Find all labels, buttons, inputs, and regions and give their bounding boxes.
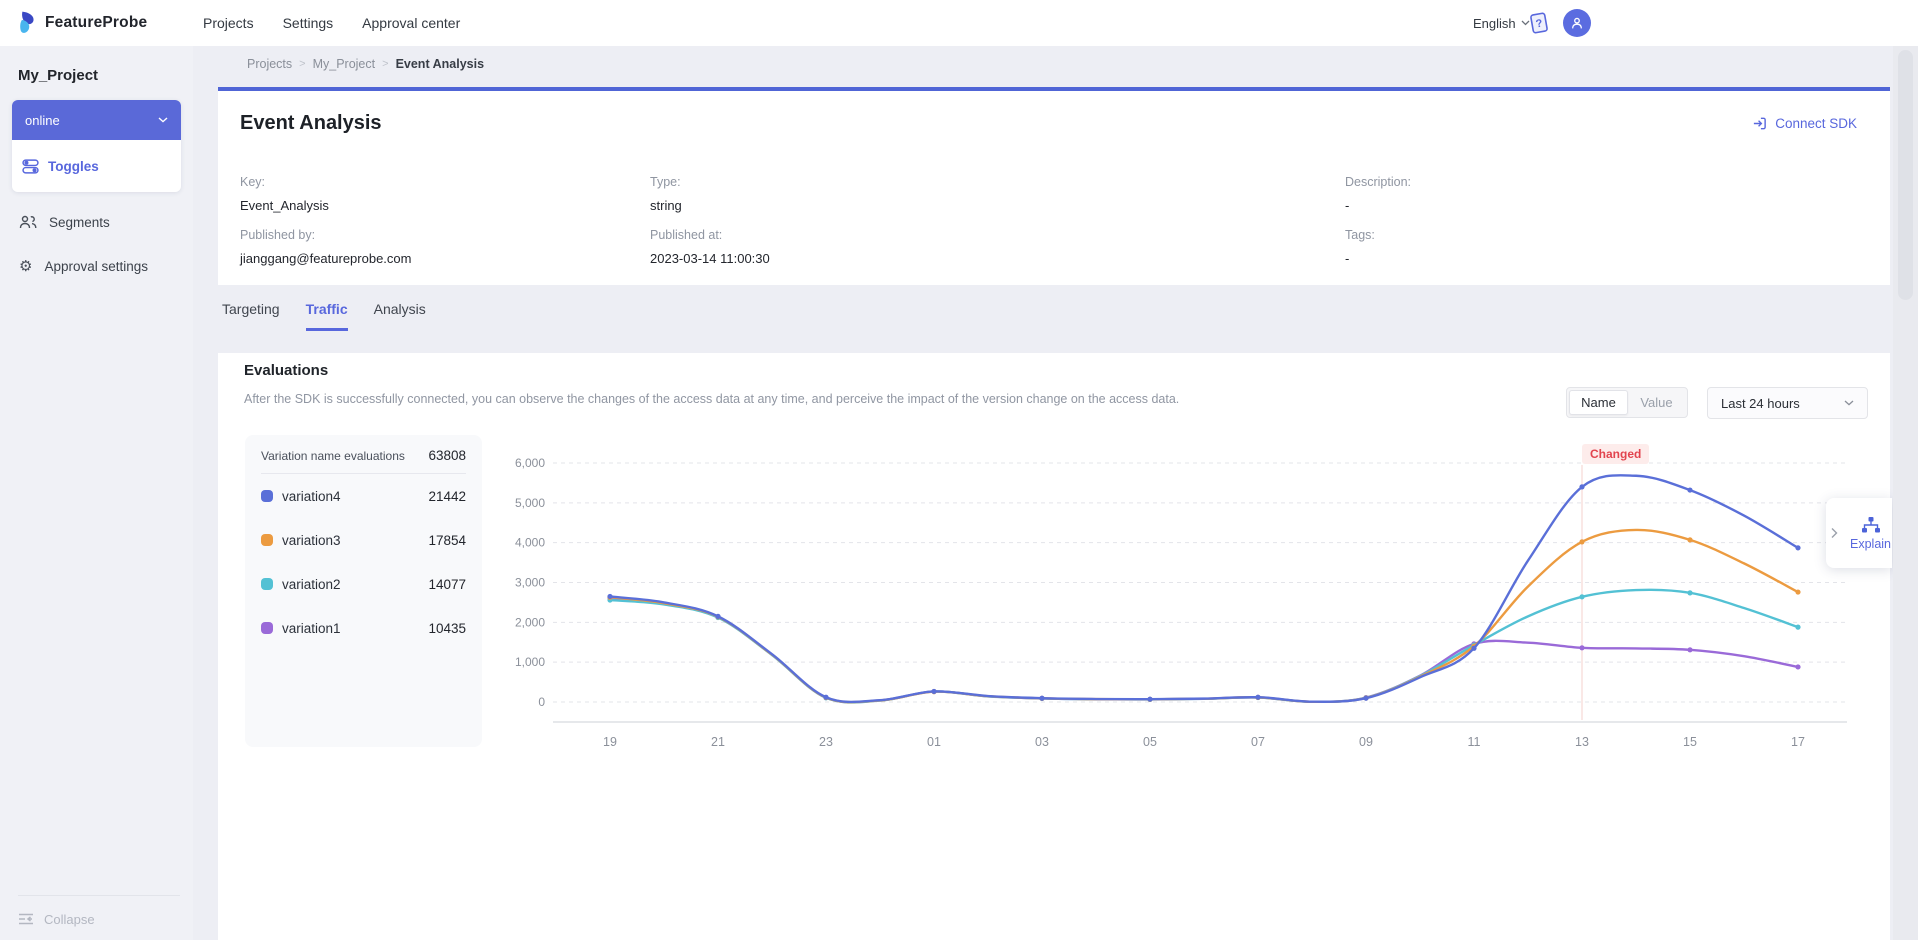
evaluations-card: Evaluations After the SDK is successfull…	[218, 353, 1890, 940]
legend-header: Variation name evaluations 63808	[245, 435, 482, 463]
evaluations-description: After the SDK is successfully connected,…	[244, 392, 1179, 406]
brand[interactable]: FeatureProbe	[16, 0, 147, 46]
svg-text:05: 05	[1143, 735, 1157, 749]
breadcrumb-current: Event Analysis	[396, 57, 484, 71]
nav-item-settings[interactable]: Settings	[283, 15, 334, 31]
brand-label: FeatureProbe	[45, 14, 147, 32]
scrollbar-track[interactable]	[1893, 46, 1918, 940]
connect-sdk-label: Connect SDK	[1775, 116, 1857, 131]
svg-text:09: 09	[1359, 735, 1373, 749]
chevron-down-icon	[1844, 400, 1854, 406]
tab-bar: Targeting Traffic Analysis	[222, 301, 426, 331]
field-key: Key: Event_Analysis	[240, 175, 329, 213]
language-label: English	[1473, 16, 1516, 31]
breadcrumb-projects[interactable]: Projects	[247, 57, 292, 71]
legend-row: variation4 21442	[245, 474, 482, 518]
environment-selector[interactable]: online	[12, 100, 181, 140]
chevron-right-icon: >	[299, 58, 305, 70]
tab-traffic[interactable]: Traffic	[306, 301, 348, 331]
featureprobe-logo-icon	[16, 10, 38, 37]
connect-sdk-link[interactable]: Connect SDK	[1752, 116, 1857, 131]
sidebar-item-segments[interactable]: Segments	[0, 200, 193, 244]
svg-text:17: 17	[1791, 735, 1805, 749]
sitemap-icon	[1861, 516, 1881, 534]
series-color-dot	[261, 622, 273, 634]
name-value-toggle: Name Value	[1566, 387, 1688, 418]
explain-panel[interactable]: Explain	[1826, 498, 1892, 568]
series-color-dot	[261, 534, 273, 546]
svg-text:0: 0	[538, 695, 545, 709]
svg-text:4,000: 4,000	[515, 536, 545, 550]
scrollbar-thumb[interactable]	[1898, 50, 1913, 300]
field-published-at: Published at: 2023-03-14 11:00:30	[650, 228, 770, 266]
svg-text:3,000: 3,000	[515, 576, 545, 590]
nav-item-projects[interactable]: Projects	[203, 15, 254, 31]
breadcrumb-project[interactable]: My_Project	[313, 57, 376, 71]
series-color-dot	[261, 578, 273, 590]
chevron-right-icon: >	[382, 58, 388, 70]
breadcrumb: Projects > My_Project > Event Analysis	[247, 57, 484, 71]
legend-total: 63808	[428, 448, 466, 463]
chevron-right-icon	[1830, 527, 1838, 539]
svg-text:01: 01	[927, 735, 941, 749]
legend-panel: Variation name evaluations 63808 variati…	[245, 435, 482, 747]
collapse-button[interactable]: Collapse	[18, 904, 95, 934]
time-range-label: Last 24 hours	[1721, 396, 1800, 411]
legend-row: variation3 17854	[245, 518, 482, 562]
main-nav: Projects Settings Approval center	[203, 0, 460, 46]
environment-card: online Toggles	[12, 100, 181, 192]
svg-text:13: 13	[1575, 735, 1589, 749]
svg-text:21: 21	[711, 735, 725, 749]
svg-text:19: 19	[603, 735, 617, 749]
page-title: Event Analysis	[240, 112, 382, 135]
field-tags: Tags: -	[1345, 228, 1375, 266]
tab-analysis[interactable]: Analysis	[374, 301, 426, 331]
collapse-icon	[18, 912, 34, 926]
legend-row: variation1 10435	[245, 606, 482, 650]
legend-row: variation2 14077	[245, 562, 482, 606]
changed-badge: Changed	[1582, 444, 1649, 464]
language-selector[interactable]: English	[1473, 0, 1530, 46]
sidebar-item-approval-settings[interactable]: ⚙ Approval settings	[0, 244, 193, 288]
field-description: Description: -	[1345, 175, 1411, 213]
sidebar-item-toggles[interactable]: Toggles	[12, 140, 181, 192]
segments-icon	[19, 214, 37, 230]
gear-icon: ⚙	[19, 259, 32, 274]
help-icon[interactable]: ?	[1527, 11, 1551, 35]
collapse-label: Collapse	[44, 912, 95, 927]
evaluations-title: Evaluations	[244, 362, 328, 379]
field-published-by: Published by: jianggang@featureprobe.com	[240, 228, 411, 266]
header-card: Event Analysis Connect SDK Key: Event_An…	[218, 87, 1890, 285]
field-type: Type: string	[650, 175, 682, 213]
tab-targeting[interactable]: Targeting	[222, 301, 280, 331]
svg-text:23: 23	[819, 735, 833, 749]
project-name: My_Project	[18, 67, 98, 84]
environment-label: online	[25, 113, 60, 128]
svg-text:11: 11	[1468, 735, 1481, 749]
sidebar-divider	[18, 895, 180, 896]
time-range-dropdown[interactable]: Last 24 hours	[1707, 387, 1868, 419]
toggle-option-name[interactable]: Name	[1569, 390, 1628, 415]
connect-sdk-icon	[1752, 116, 1767, 131]
sidebar-item-label: Toggles	[48, 159, 99, 174]
toggles-icon	[22, 158, 39, 175]
svg-text:15: 15	[1683, 735, 1697, 749]
user-icon	[1569, 15, 1585, 31]
avatar[interactable]	[1563, 9, 1591, 37]
explain-label: Explain	[1850, 537, 1891, 551]
sidebar-item-label: Segments	[49, 215, 110, 230]
toggle-option-value[interactable]: Value	[1628, 390, 1685, 415]
svg-text:1,000: 1,000	[515, 655, 545, 669]
nav-item-approval-center[interactable]: Approval center	[362, 15, 460, 31]
navbar: FeatureProbe Projects Settings Approval …	[0, 0, 1918, 46]
chevron-down-icon	[158, 117, 168, 123]
sidebar-item-label: Approval settings	[44, 259, 148, 274]
svg-text:03: 03	[1035, 735, 1049, 749]
svg-text:07: 07	[1251, 735, 1265, 749]
series-color-dot	[261, 490, 273, 502]
sidebar: My_Project online Toggles	[0, 46, 193, 940]
svg-text:2,000: 2,000	[515, 615, 545, 629]
svg-text:6,000: 6,000	[515, 456, 545, 470]
svg-text:5,000: 5,000	[515, 496, 545, 510]
